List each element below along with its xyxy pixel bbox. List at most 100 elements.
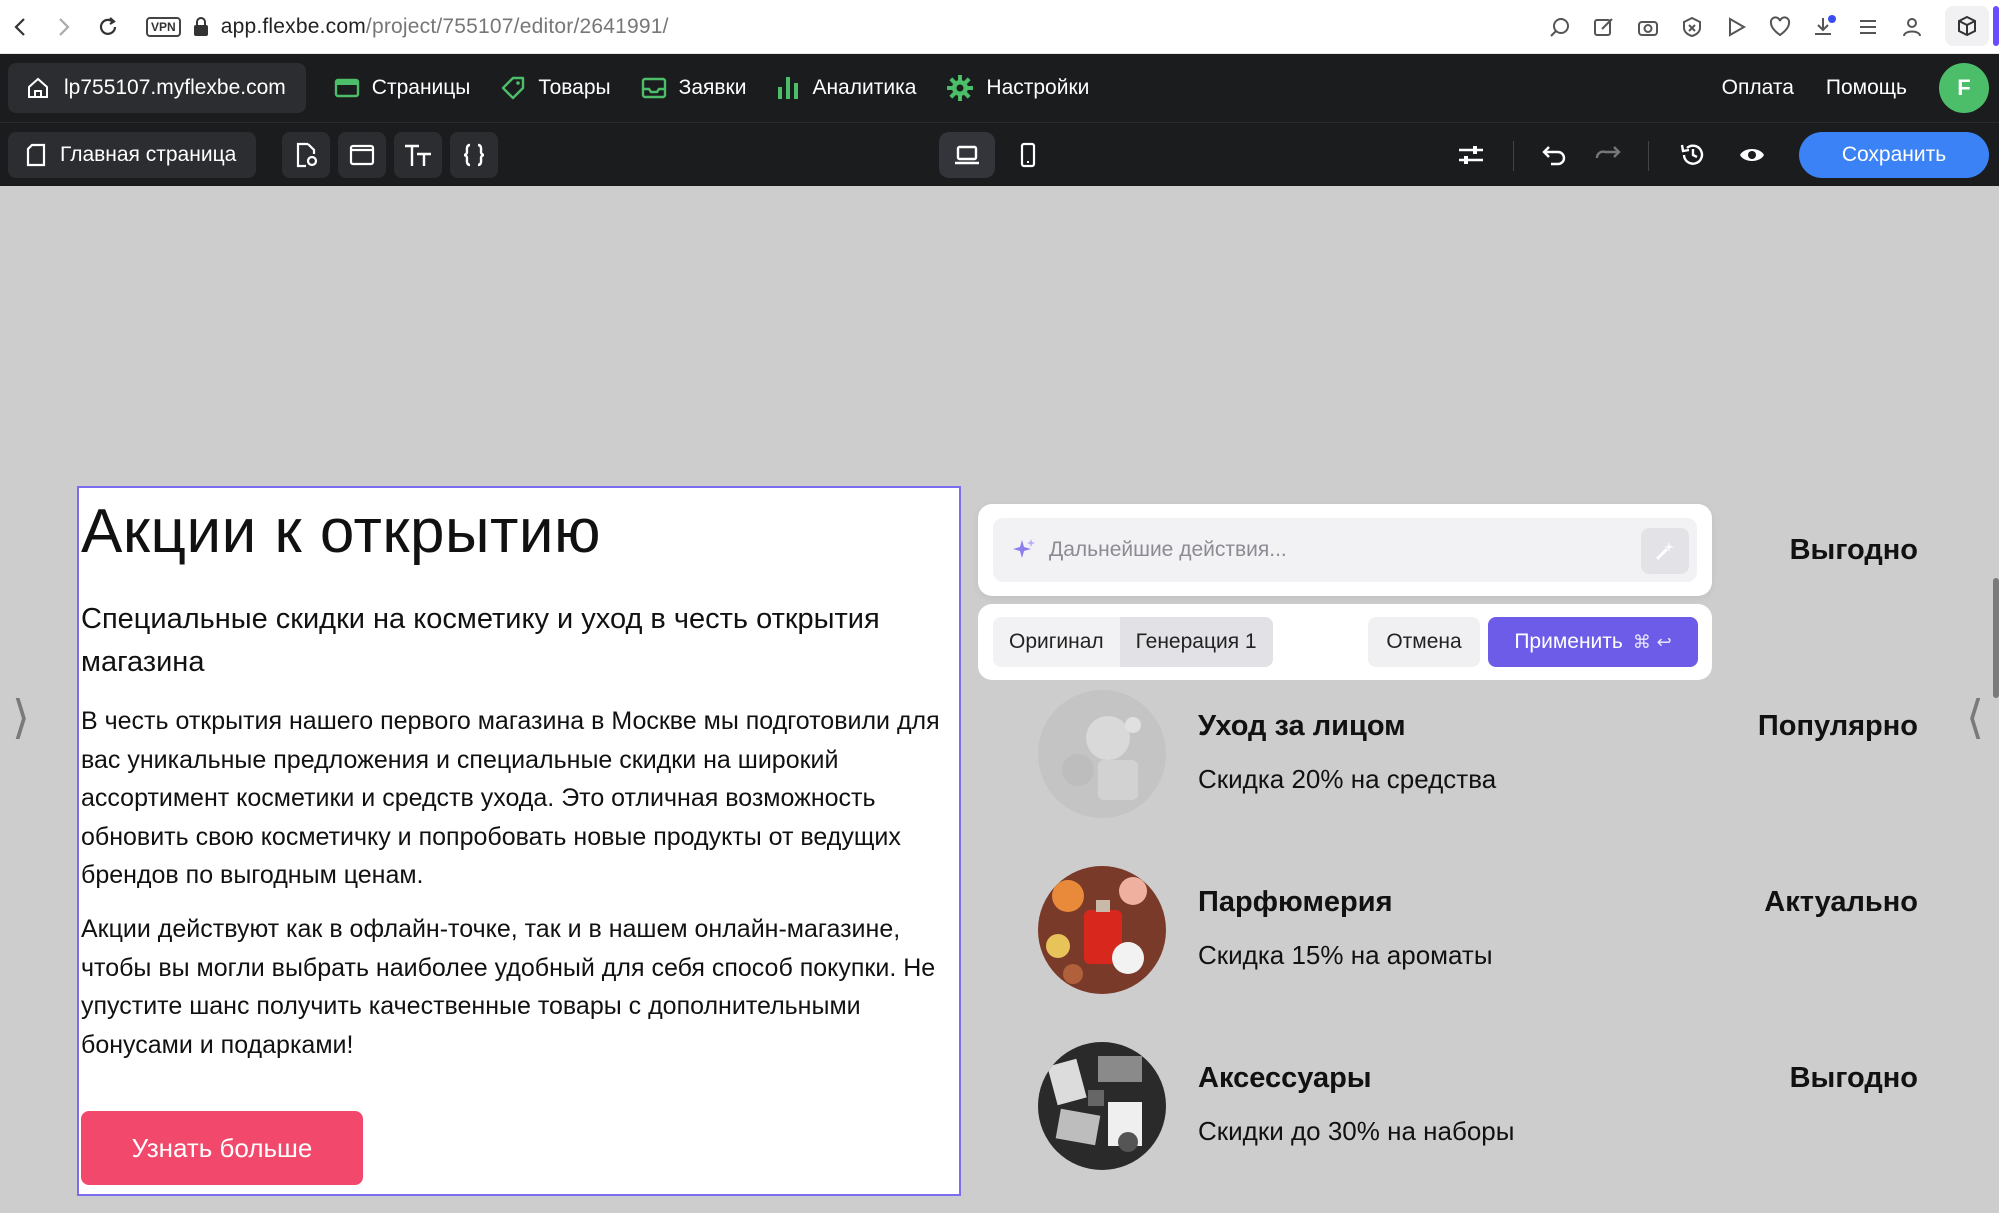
- chart-icon: [778, 77, 799, 99]
- editor-header: lp755107.myflexbe.com Страницы Товары За…: [0, 54, 1999, 122]
- promo-paragraph-2[interactable]: Акции действуют как в офлайн-точке, так …: [81, 910, 956, 1064]
- history-icon: [1680, 144, 1704, 165]
- profile-icon[interactable]: [1895, 10, 1929, 44]
- nav-item-label: Аналитика: [812, 76, 917, 99]
- item-badge: Популярно: [1757, 710, 1918, 742]
- zoom-icon[interactable]: [1543, 10, 1577, 44]
- sidebar-accent: [1993, 6, 1999, 46]
- item-title: Аксессуары: [1198, 1062, 1372, 1094]
- page-selector[interactable]: Главная страница: [8, 132, 257, 178]
- item-description: Скидка 15% на ароматы: [1198, 940, 1493, 970]
- ai-send-button[interactable]: [1641, 528, 1689, 574]
- laptop-icon: [955, 145, 979, 165]
- undo-button[interactable]: [1532, 132, 1578, 178]
- site-domain: lp755107.myflexbe.com: [64, 76, 286, 99]
- nav-item-products[interactable]: Товары: [500, 75, 611, 101]
- nav-item-analytics[interactable]: Аналитика: [776, 75, 916, 101]
- heart-icon[interactable]: [1763, 10, 1797, 44]
- magic-wand-icon: [1655, 542, 1674, 561]
- editor-toolbar: Главная страница Сохранить: [0, 122, 1999, 186]
- nav-item-requests[interactable]: Заявки: [641, 76, 746, 100]
- page-settings-button[interactable]: [282, 132, 330, 178]
- payment-link[interactable]: Оплата: [1722, 76, 1794, 100]
- redo-icon: [1595, 146, 1621, 159]
- undo-icon: [1542, 146, 1566, 166]
- code-button[interactable]: [450, 132, 498, 178]
- history-button[interactable]: [1670, 132, 1716, 178]
- main-nav: Страницы Товары Заявки Аналитика Настрой…: [334, 74, 1089, 102]
- site-domain-button[interactable]: lp755107.myflexbe.com: [8, 63, 306, 113]
- typography-button[interactable]: [394, 132, 442, 178]
- promo-paragraph-1[interactable]: В честь открытия нашего первого магазина…: [81, 702, 956, 895]
- nav-item-label: Настройки: [986, 76, 1090, 99]
- browser-extension-icons: [1543, 10, 1929, 44]
- perfume-image: [1038, 866, 1166, 994]
- list-item[interactable]: Уход за лицом Скидка 20% на средства Поп…: [1038, 690, 1918, 820]
- save-button[interactable]: Сохранить: [1799, 132, 1989, 178]
- list-item[interactable]: Парфюмерия Скидка 15% на ароматы Актуаль…: [1038, 866, 1918, 996]
- ai-prompt-panel: Дальнейшие действия...: [978, 504, 1712, 596]
- forward-button[interactable]: [44, 7, 84, 47]
- nav-item-pages[interactable]: Страницы: [334, 76, 471, 100]
- preview-button[interactable]: [1729, 132, 1775, 178]
- block-button[interactable]: [338, 132, 386, 178]
- play-icon[interactable]: [1719, 10, 1753, 44]
- promo-subtitle[interactable]: Специальные скидки на косметику и уход в…: [81, 598, 951, 684]
- extensions-button[interactable]: [1945, 6, 1989, 46]
- mobile-view-button[interactable]: [1000, 132, 1056, 178]
- tab-original[interactable]: Оригинал: [993, 617, 1120, 667]
- item-title: Уход за лицом: [1198, 710, 1406, 742]
- right-slider-arrow-icon[interactable]: ⟨: [1966, 690, 1984, 744]
- gear-icon: [947, 75, 974, 101]
- download-icon[interactable]: [1807, 10, 1841, 44]
- apply-button[interactable]: Применить ⌘ ↩: [1488, 617, 1698, 667]
- address-bar[interactable]: app.flexbe.com/project/755107/editor/264…: [221, 15, 669, 39]
- browser-toolbar: VPN app.flexbe.com/project/755107/editor…: [0, 0, 1999, 54]
- item-description: Скидка 20% на средства: [1198, 764, 1497, 794]
- reload-icon: [99, 16, 117, 35]
- phone-icon: [1020, 142, 1036, 168]
- item-title: Парфюмерия: [1198, 886, 1393, 918]
- avatar[interactable]: F: [1939, 63, 1989, 113]
- sliders-icon: [1459, 146, 1483, 164]
- header-right: Оплата Помощь F: [1722, 54, 1999, 122]
- face-care-image: [1038, 690, 1166, 818]
- camera-icon[interactable]: [1631, 10, 1665, 44]
- desktop-view-button[interactable]: [939, 132, 995, 178]
- menu-lines-icon[interactable]: [1851, 10, 1885, 44]
- version-switch: Оригинал Генерация 1: [993, 617, 1273, 667]
- text-icon: [405, 144, 431, 166]
- cube-icon: [1958, 15, 1976, 37]
- item-badge: Выгодно: [1789, 534, 1918, 566]
- nav-item-settings[interactable]: Настройки: [946, 74, 1089, 102]
- tab-generation-1[interactable]: Генерация 1: [1119, 617, 1273, 667]
- item-description: Скидки до 30% на наборы: [1198, 1116, 1515, 1146]
- adjust-button[interactable]: [1448, 132, 1494, 178]
- help-link[interactable]: Помощь: [1826, 76, 1907, 100]
- page-icon: [26, 143, 46, 167]
- canvas-scrollbar[interactable]: [1993, 578, 1999, 698]
- toolbar-divider: [1513, 141, 1514, 171]
- list-item[interactable]: Аксессуары Скидки до 30% на наборы Выгод…: [1038, 1042, 1918, 1172]
- learn-more-button[interactable]: Узнать больше: [81, 1111, 363, 1185]
- pages-icon: [334, 78, 359, 98]
- sparkle-icon: [1013, 539, 1035, 558]
- vpn-badge[interactable]: VPN: [146, 16, 181, 37]
- selected-text-block[interactable]: Акции к открытию Специальные скидки на к…: [77, 486, 961, 1196]
- nav-item-label: Страницы: [371, 76, 471, 99]
- edit-icon[interactable]: [1587, 10, 1621, 44]
- left-slider-arrow-icon[interactable]: ⟩: [12, 690, 30, 744]
- back-button[interactable]: [0, 7, 40, 47]
- url-host: app.flexbe.com: [220, 14, 366, 38]
- reload-button[interactable]: [88, 7, 128, 47]
- current-page-name: Главная страница: [60, 143, 237, 166]
- apply-shortcut: ⌘ ↩: [1632, 631, 1672, 653]
- eye-icon: [1740, 149, 1764, 161]
- ai-prompt-input[interactable]: Дальнейшие действия...: [993, 518, 1697, 582]
- redo-button[interactable]: [1585, 132, 1631, 178]
- url-path: /project/755107/editor/2641991/: [365, 14, 669, 38]
- cancel-button[interactable]: Отмена: [1368, 617, 1480, 667]
- promo-title[interactable]: Акции к открытию: [81, 496, 601, 567]
- toolbar-divider: [1648, 141, 1649, 171]
- shield-icon[interactable]: [1675, 10, 1709, 44]
